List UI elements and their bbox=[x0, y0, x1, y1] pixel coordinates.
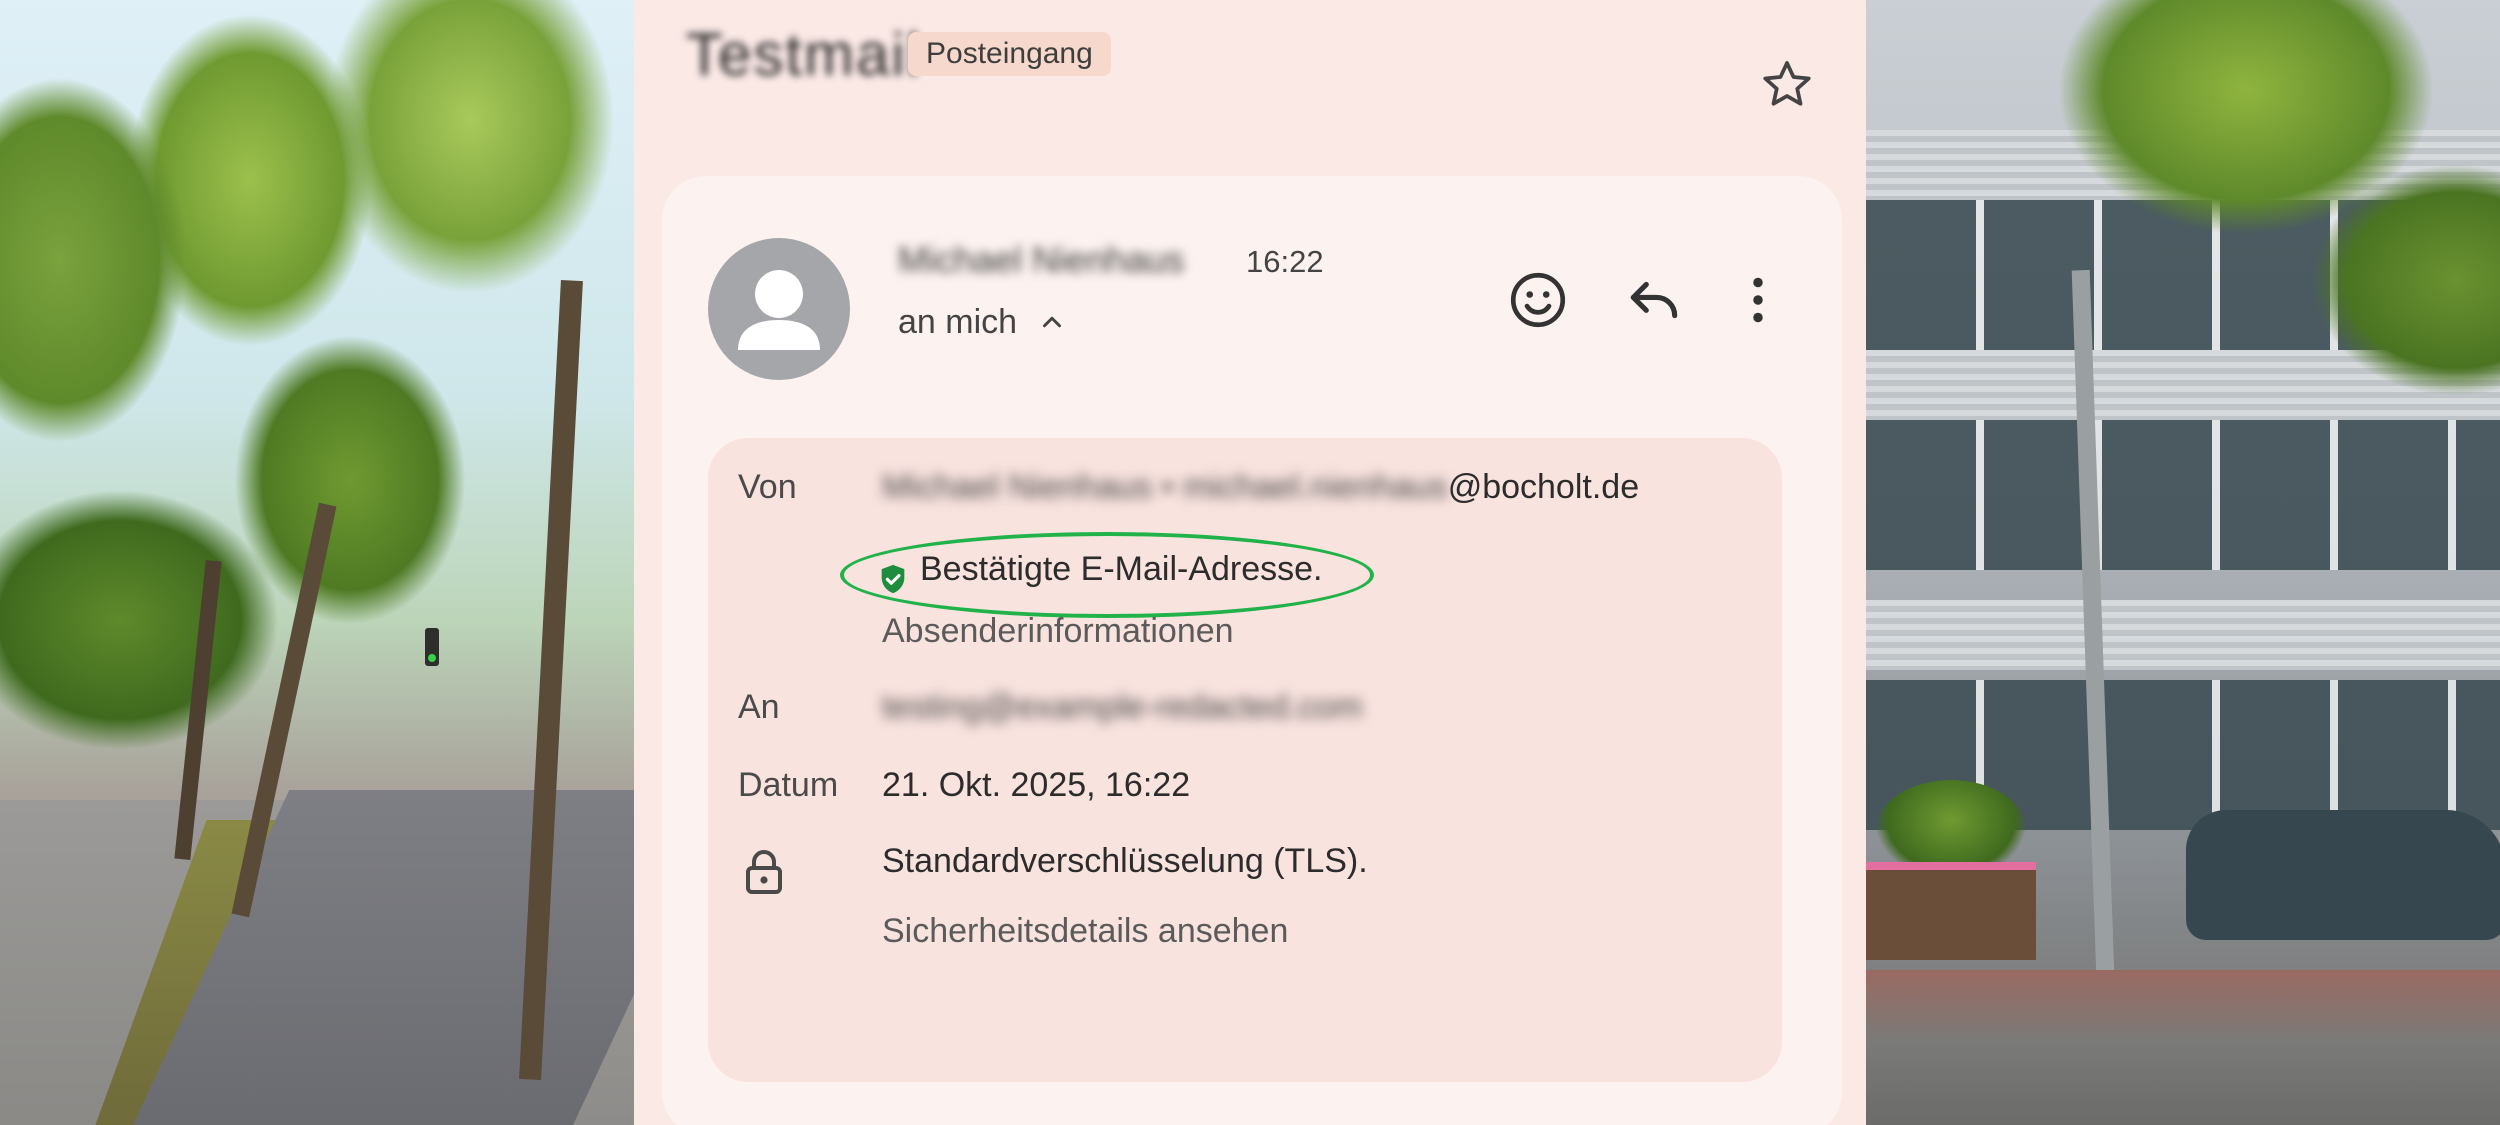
background-photo-right bbox=[1866, 0, 2500, 1125]
message-card: Michael Nienhaus 16:22 an mich Von Micha… bbox=[662, 176, 1842, 1125]
chevron-up-icon bbox=[1037, 307, 1067, 337]
street bbox=[1866, 970, 2500, 1125]
star-button[interactable] bbox=[1754, 52, 1820, 118]
planter bbox=[1866, 870, 2036, 960]
star-icon bbox=[1763, 61, 1811, 106]
emoji-react-icon bbox=[1510, 272, 1566, 328]
message-time: 16:22 bbox=[1246, 244, 1324, 279]
to-value[interactable]: testing@example-redacted.com bbox=[882, 688, 1363, 727]
sender-info-link[interactable]: Absenderinformationen bbox=[882, 612, 1234, 651]
sender-avatar[interactable] bbox=[708, 238, 850, 380]
more-options-button[interactable] bbox=[1720, 262, 1796, 338]
email-screenshot: Testmail Posteingang Michael Nienhaus 16… bbox=[634, 0, 1866, 1125]
from-name: Michael Nienhaus bbox=[882, 468, 1153, 506]
inbox-label-badge[interactable]: Posteingang bbox=[908, 32, 1111, 76]
more-vert-icon bbox=[1753, 277, 1763, 323]
sender-name[interactable]: Michael Nienhaus bbox=[898, 240, 1184, 280]
facade-windows bbox=[1866, 420, 2500, 570]
traffic-light bbox=[425, 628, 439, 666]
date-value: 21. Okt. 2025, 16:22 bbox=[882, 766, 1191, 804]
from-domain: @bocholt.de bbox=[1447, 468, 1640, 506]
from-local-part: michael.nienhaus bbox=[1183, 468, 1448, 506]
encryption-text: Standardverschlüsselung (TLS). bbox=[882, 842, 1368, 880]
verified-email-text: Bestätigte E-Mail-Adresse. bbox=[920, 550, 1323, 588]
email-subject: Testmail bbox=[686, 21, 923, 88]
background-photo-left bbox=[0, 0, 634, 1125]
add-reaction-button[interactable] bbox=[1500, 262, 1576, 338]
to-label: An bbox=[738, 688, 780, 726]
recipient-summary-text: an mich bbox=[898, 302, 1018, 341]
email-header-bar: Testmail Posteingang bbox=[634, 0, 1866, 170]
recipient-toggle[interactable]: an mich bbox=[898, 300, 1067, 344]
from-separator: • bbox=[1152, 468, 1184, 506]
car bbox=[2186, 810, 2500, 940]
person-icon bbox=[738, 270, 820, 350]
reply-button[interactable] bbox=[1616, 262, 1692, 338]
from-value[interactable]: Michael Nienhaus • michael.nienhaus@boch… bbox=[882, 468, 1639, 507]
tree-canopy bbox=[0, 0, 634, 780]
from-label: Von bbox=[738, 468, 797, 506]
lock-icon bbox=[746, 850, 782, 894]
reply-icon bbox=[1630, 281, 1678, 319]
verified-shield-icon bbox=[881, 564, 905, 594]
facade-stripe bbox=[1866, 600, 2500, 670]
security-details-link[interactable]: Sicherheitsdetails ansehen bbox=[882, 912, 1288, 951]
date-label: Datum bbox=[738, 766, 839, 804]
message-details-panel: Von Michael Nienhaus • michael.nienhaus@… bbox=[708, 438, 1782, 1082]
tree-foliage bbox=[1986, 0, 2500, 420]
